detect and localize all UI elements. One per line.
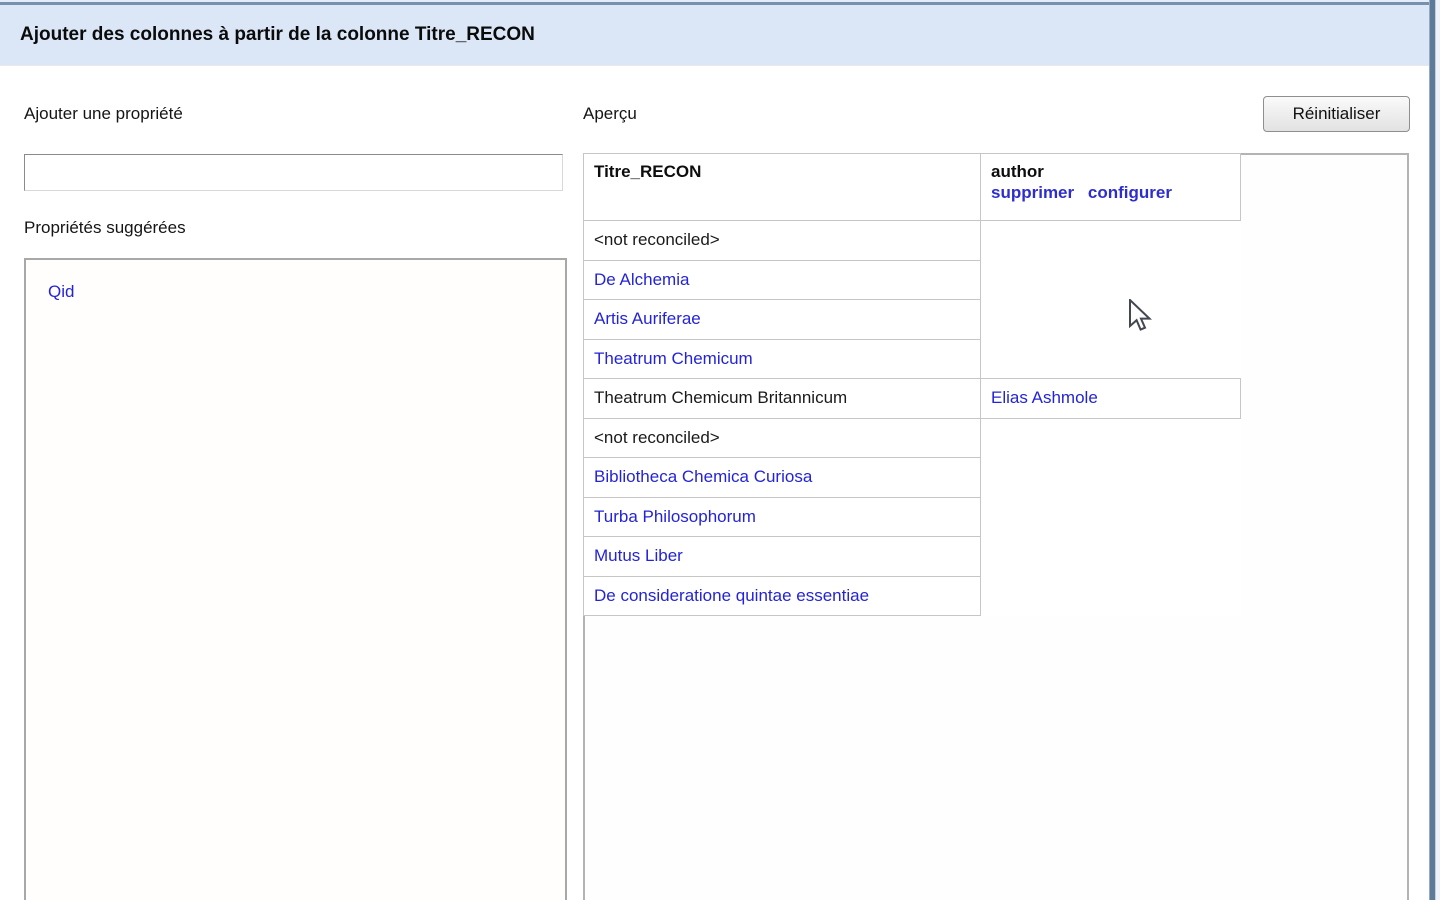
column-header-titre-recon: Titre_RECON (584, 154, 981, 221)
preview-cell-titre: Theatrum Chemicum Britannicum (584, 379, 981, 419)
preview-cell-author (981, 339, 1241, 379)
table-row: <not reconciled> (584, 221, 1241, 261)
preview-cell-titre[interactable]: Artis Auriferae (584, 300, 981, 340)
column-name: author (991, 162, 1230, 182)
preview-cell-titre[interactable]: Mutus Liber (584, 537, 981, 577)
table-row: Theatrum Chemicum Britannicum Elias Ashm… (584, 379, 1241, 419)
preview-panel: Titre_RECON author supprimer configurer … (583, 153, 1409, 900)
table-row: Artis Auriferae (584, 300, 1241, 340)
dialog-add-columns: Ajouter des colonnes à partir de la colo… (0, 0, 1440, 900)
preview-cell-titre[interactable]: Turba Philosophorum (584, 497, 981, 537)
preview-cell-author (981, 458, 1241, 498)
preview-cell-titre[interactable]: De Alchemia (584, 260, 981, 300)
dialog-titlebar: Ajouter des colonnes à partir de la colo… (0, 5, 1429, 66)
table-row: De Alchemia (584, 260, 1241, 300)
suggested-properties-list: Qid (24, 258, 567, 900)
table-row: <not reconciled> (584, 418, 1241, 458)
dialog-title: Ajouter des colonnes à partir de la colo… (0, 5, 1429, 65)
column-header-author: author supprimer configurer (981, 154, 1241, 221)
preview-cell-titre[interactable]: Theatrum Chemicum (584, 339, 981, 379)
preview-table: Titre_RECON author supprimer configurer … (583, 153, 1241, 616)
preview-cell-author (981, 300, 1241, 340)
reset-button[interactable]: Réinitialiser (1263, 96, 1410, 132)
preview-cell-titre: <not reconciled> (584, 418, 981, 458)
preview-cell-author (981, 537, 1241, 577)
preview-cell-author (981, 418, 1241, 458)
preview-cell-author (981, 221, 1241, 261)
preview-cell-author[interactable]: Elias Ashmole (981, 379, 1241, 419)
add-property-label: Ajouter une propriété (24, 104, 183, 124)
property-search-input[interactable] (24, 154, 563, 191)
table-row: Bibliotheca Chemica Curiosa (584, 458, 1241, 498)
table-row: De consideratione quintae essentiae (584, 576, 1241, 616)
preview-cell-titre[interactable]: Bibliotheca Chemica Curiosa (584, 458, 981, 498)
table-row: Theatrum Chemicum (584, 339, 1241, 379)
column-name: Titre_RECON (594, 162, 701, 181)
table-row: Mutus Liber (584, 537, 1241, 577)
preview-cell-author (981, 260, 1241, 300)
window-right-border (1429, 0, 1440, 900)
preview-cell-author (981, 576, 1241, 616)
table-row: Turba Philosophorum (584, 497, 1241, 537)
suggested-properties-label: Propriétés suggérées (24, 218, 186, 238)
preview-cell-titre: <not reconciled> (584, 221, 981, 261)
preview-cell-titre[interactable]: De consideratione quintae essentiae (584, 576, 981, 616)
configure-column-link[interactable]: configurer (1088, 183, 1172, 202)
preview-label: Aperçu (583, 104, 637, 124)
table-header-row: Titre_RECON author supprimer configurer (584, 154, 1241, 221)
remove-column-link[interactable]: supprimer (991, 183, 1074, 202)
preview-cell-author (981, 497, 1241, 537)
suggested-property-qid[interactable]: Qid (48, 282, 565, 302)
